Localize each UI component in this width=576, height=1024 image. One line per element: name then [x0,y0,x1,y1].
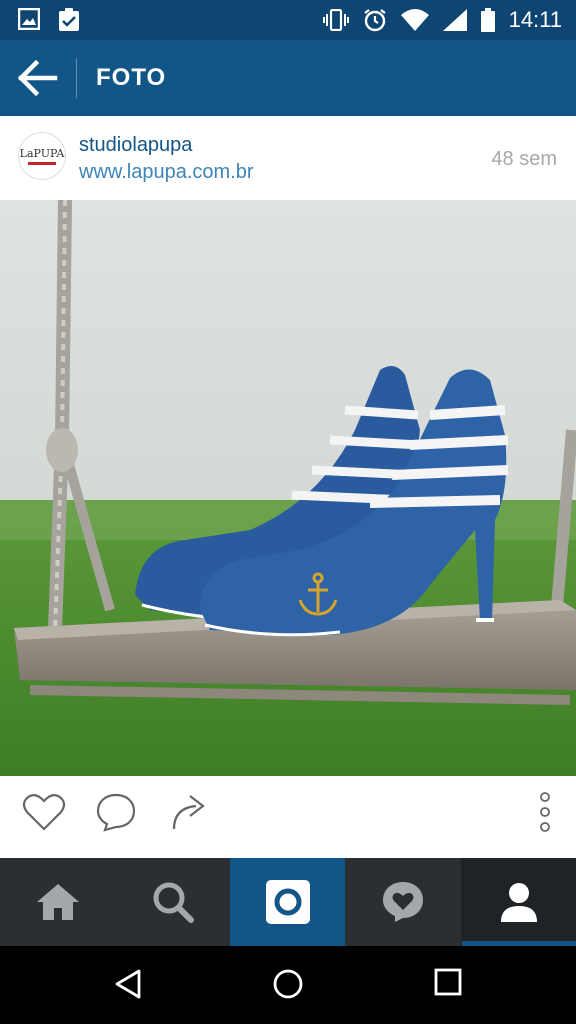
camera-icon [265,880,310,924]
alarm-icon [363,9,386,32]
comment-icon[interactable] [95,792,137,834]
post-time: 48 sem [491,148,557,170]
home-icon [36,884,79,920]
wifi-icon [400,9,429,31]
tab-profile[interactable] [461,858,576,946]
back-triangle-icon[interactable] [114,968,142,1000]
avatar-logo-bar [28,162,56,165]
system-nav [0,946,576,1024]
post-photo[interactable] [0,200,576,776]
app-bar: FOTO [0,40,576,116]
profile-icon [500,883,537,922]
avatar[interactable]: LaPUPA [18,132,66,180]
gallery-icon [18,8,40,30]
signal-icon [442,9,467,31]
arrow-left-icon[interactable] [18,60,58,96]
post-header: LaPUPA studiolapupa www.lapupa.com.br 48… [0,116,576,200]
post-actions [0,776,576,858]
vibrate-icon [322,9,349,31]
status-time: 14:11 [508,7,562,32]
website-link[interactable]: www.lapupa.com.br [79,161,254,184]
search-icon [153,882,194,923]
activity-icon [382,882,423,922]
heart-icon[interactable] [22,792,66,832]
tab-activity[interactable] [345,858,460,946]
tab-search[interactable] [115,858,230,946]
username-link[interactable]: studiolapupa [79,134,192,157]
bottom-nav [0,858,576,946]
status-bar: 14:11 [0,0,576,40]
page-title: FOTO [96,64,167,91]
more-vertical-icon[interactable] [538,792,552,834]
avatar-logo-text: LaPUPA [19,147,65,160]
battery-icon [480,8,495,32]
home-circle-icon[interactable] [272,968,304,1000]
app-bar-divider [76,58,77,98]
recents-square-icon[interactable] [434,968,462,996]
photo-illustration [0,200,576,776]
tab-camera[interactable] [230,858,345,946]
tab-home[interactable] [0,858,115,946]
share-icon[interactable] [170,792,210,832]
clipboard-check-icon [59,8,79,31]
